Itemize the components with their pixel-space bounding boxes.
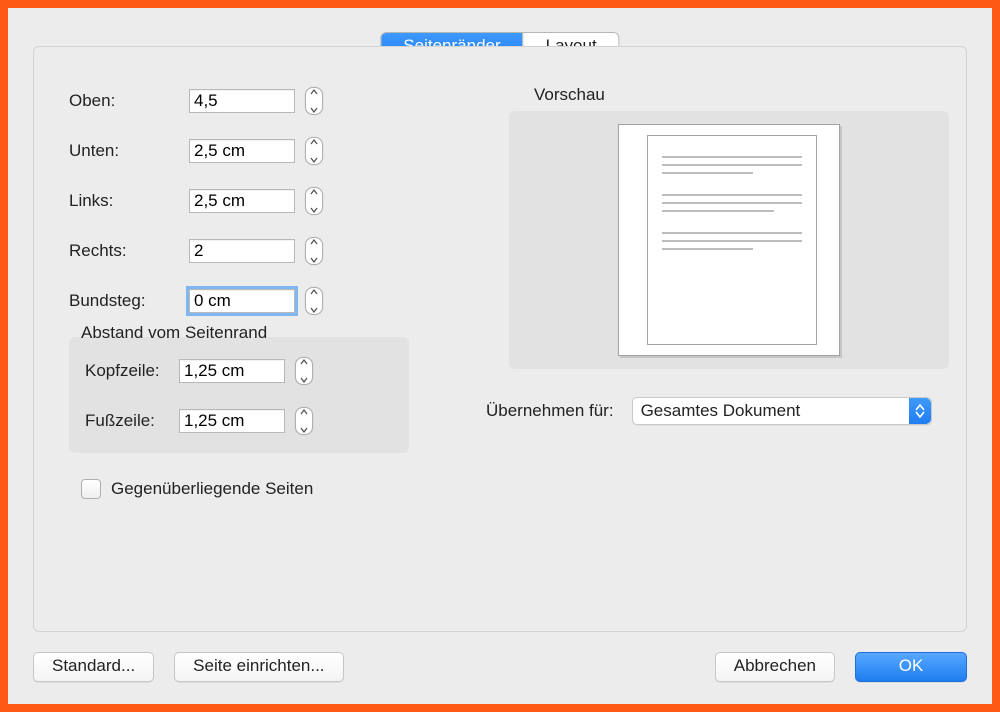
margins-column: Oben: Unten: Links: — [69, 87, 409, 499]
label-left: Links: — [69, 191, 189, 211]
chevron-down-icon — [310, 257, 318, 263]
input-left[interactable] — [189, 189, 295, 213]
chevron-down-icon — [310, 157, 318, 163]
chevron-up-icon — [300, 409, 308, 415]
chevron-down-icon — [310, 107, 318, 113]
popup-arrows-icon — [909, 398, 931, 424]
chevron-down-icon — [310, 207, 318, 213]
stepper-header[interactable] — [295, 357, 313, 385]
input-right[interactable] — [189, 239, 295, 263]
stepper-left[interactable] — [305, 187, 323, 215]
chevron-up-icon — [310, 189, 318, 195]
chevron-up-icon — [310, 239, 318, 245]
label-header: Kopfzeile: — [85, 361, 179, 381]
apply-to-popup[interactable]: Gesamtes Dokument — [632, 397, 932, 425]
checkbox-facing-pages[interactable] — [81, 479, 101, 499]
stepper-gutter[interactable] — [305, 287, 323, 315]
stepper-right[interactable] — [305, 237, 323, 265]
label-bottom: Unten: — [69, 141, 189, 161]
chevron-up-icon — [310, 289, 318, 295]
label-footer: Fußzeile: — [85, 411, 179, 431]
label-right: Rechts: — [69, 241, 189, 261]
chevron-up-icon — [310, 139, 318, 145]
label-top: Oben: — [69, 91, 189, 111]
stepper-top[interactable] — [305, 87, 323, 115]
chevron-down-icon — [310, 307, 318, 313]
input-gutter[interactable] — [189, 289, 295, 313]
button-row: Standard... Seite einrichten... Abbreche… — [33, 652, 967, 682]
page-setup-dialog: Seitenränder Layout Oben: Unten: — [0, 0, 1000, 712]
label-apply-to: Übernehmen für: — [486, 401, 614, 421]
chevron-down-icon — [300, 427, 308, 433]
preview-title: Vorschau — [534, 85, 605, 105]
preview-box — [509, 111, 949, 369]
edge-distance-title: Abstand vom Seitenrand — [77, 323, 271, 343]
stepper-footer[interactable] — [295, 407, 313, 435]
ok-button[interactable]: OK — [855, 652, 967, 682]
input-header[interactable] — [179, 359, 285, 383]
label-facing-pages: Gegenüberliegende Seiten — [111, 479, 313, 499]
chevron-up-icon — [310, 89, 318, 95]
content-panel: Oben: Unten: Links: — [33, 46, 967, 632]
input-top[interactable] — [189, 89, 295, 113]
apply-to-value: Gesamtes Dokument — [641, 401, 801, 421]
edge-distance-group: Abstand vom Seitenrand Kopfzeile: Fußzei… — [69, 337, 409, 453]
chevron-down-icon — [300, 377, 308, 383]
preview-page-icon — [618, 124, 840, 356]
page-setup-button[interactable]: Seite einrichten... — [174, 652, 343, 682]
chevron-up-icon — [300, 359, 308, 365]
input-bottom[interactable] — [189, 139, 295, 163]
stepper-bottom[interactable] — [305, 137, 323, 165]
apply-to-row: Übernehmen für: Gesamtes Dokument — [486, 397, 932, 425]
input-footer[interactable] — [179, 409, 285, 433]
label-gutter: Bundsteg: — [69, 291, 189, 311]
default-button[interactable]: Standard... — [33, 652, 154, 682]
cancel-button[interactable]: Abbrechen — [715, 652, 835, 682]
